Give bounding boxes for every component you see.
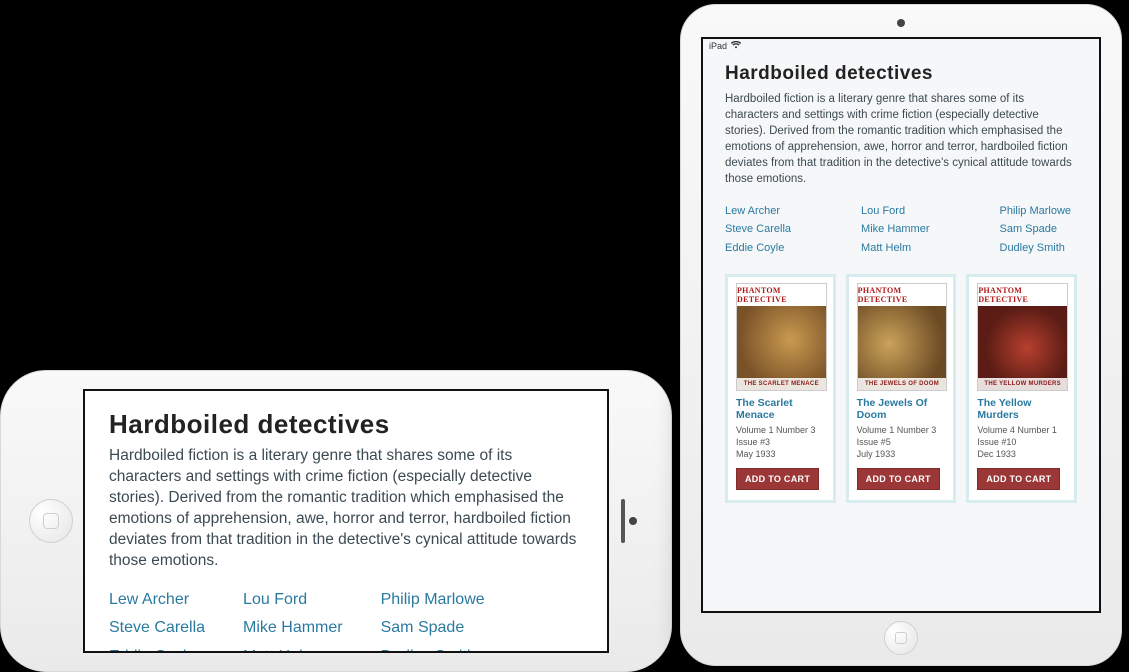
iphone-home-button[interactable] (29, 499, 73, 543)
iphone-screen: Hardboiled detectives Hardboiled fiction… (83, 389, 609, 653)
product-cover-image: PHANTOM DETECTIVE 10 THE YELLOW MURDERS (977, 283, 1068, 391)
ipad-status-device-label: iPad (709, 41, 727, 51)
product-cover-image: PHANTOM DETECTIVE 10 THE SCARLET MENACE (736, 283, 827, 391)
product-volume: Volume 1 Number 3 (736, 424, 825, 436)
cover-magazine-name: PHANTOM DETECTIVE (737, 284, 826, 307)
detective-link[interactable]: Matt Helm (243, 643, 343, 653)
wifi-icon (731, 41, 741, 51)
product-card-row: PHANTOM DETECTIVE 10 THE SCARLET MENACE … (725, 274, 1077, 503)
detective-link-columns: Lew Archer Steve Carella Eddie Coyle Lou… (109, 586, 583, 653)
detective-link-columns: Lew Archer Steve Carella Eddie Coyle Lou… (725, 202, 1077, 258)
detective-link[interactable]: Sam Spade (1000, 220, 1072, 239)
iphone-device-frame: Hardboiled detectives Hardboiled fiction… (0, 370, 672, 672)
add-to-cart-button[interactable]: ADD TO CART (736, 468, 819, 490)
detective-link[interactable]: Mike Hammer (243, 614, 343, 643)
product-cover-image: PHANTOM DETECTIVE 10 THE JEWELS OF DOOM (857, 283, 948, 391)
detective-link[interactable]: Philip Marlowe (381, 586, 485, 615)
detective-link[interactable]: Matt Helm (861, 239, 929, 258)
cover-magazine-name: PHANTOM DETECTIVE (858, 284, 947, 307)
product-title-link[interactable]: The Yellow Murders (977, 397, 1066, 421)
cover-caption: THE YELLOW MURDERS (978, 378, 1067, 390)
product-issue: Issue #3 (736, 436, 825, 448)
page-lead-paragraph: Hardboiled fiction is a literary genre t… (725, 91, 1077, 188)
iphone-speaker (621, 499, 625, 543)
cover-caption: THE SCARLET MENACE (737, 378, 826, 390)
detective-link[interactable]: Steve Carella (109, 614, 205, 643)
detective-link[interactable]: Lew Archer (109, 586, 205, 615)
product-date: July 1933 (857, 448, 946, 460)
cover-caption: THE JEWELS OF DOOM (858, 378, 947, 390)
add-to-cart-button[interactable]: ADD TO CART (857, 468, 940, 490)
product-date: May 1933 (736, 448, 825, 460)
detective-link[interactable]: Philip Marlowe (1000, 202, 1072, 221)
detective-link[interactable]: Dudley Smith (1000, 239, 1072, 258)
detective-link[interactable]: Mike Hammer (861, 220, 929, 239)
product-issue: Issue #5 (857, 436, 946, 448)
page-lead-paragraph: Hardboiled fiction is a literary genre t… (109, 446, 583, 572)
ipad-home-button[interactable] (884, 621, 918, 655)
ipad-device-frame: iPad Hardboiled detectives Hardboiled fi… (680, 4, 1122, 666)
detective-link[interactable]: Lew Archer (725, 202, 791, 221)
detective-link[interactable]: Dudley Smith (381, 643, 485, 653)
cover-magazine-name: PHANTOM DETECTIVE (978, 284, 1067, 307)
product-volume: Volume 1 Number 3 (857, 424, 946, 436)
detective-link[interactable]: Steve Carella (725, 220, 791, 239)
product-date: Dec 1933 (977, 448, 1066, 460)
detective-link[interactable]: Lou Ford (861, 202, 929, 221)
product-title-link[interactable]: The Jewels Of Doom (857, 397, 946, 421)
product-volume: Volume 4 Number 1 (977, 424, 1066, 436)
ipad-screen: iPad Hardboiled detectives Hardboiled fi… (701, 37, 1101, 613)
ipad-front-camera (897, 19, 905, 27)
add-to-cart-button[interactable]: ADD TO CART (977, 468, 1060, 490)
ipad-status-bar: iPad (703, 39, 1099, 53)
detective-link[interactable]: Lou Ford (243, 586, 343, 615)
product-card: PHANTOM DETECTIVE 10 THE YELLOW MURDERS … (966, 274, 1077, 503)
product-card: PHANTOM DETECTIVE 10 THE JEWELS OF DOOM … (846, 274, 957, 503)
detective-link[interactable]: Eddie Coyle (109, 643, 205, 653)
product-issue: Issue #10 (977, 436, 1066, 448)
detective-link[interactable]: Eddie Coyle (725, 239, 791, 258)
detective-link[interactable]: Sam Spade (381, 614, 485, 643)
page-title: Hardboiled detectives (109, 409, 583, 440)
page-title: Hardboiled detectives (725, 63, 1077, 85)
product-title-link[interactable]: The Scarlet Menace (736, 397, 825, 421)
iphone-front-camera (629, 517, 637, 525)
product-card: PHANTOM DETECTIVE 10 THE SCARLET MENACE … (725, 274, 836, 503)
